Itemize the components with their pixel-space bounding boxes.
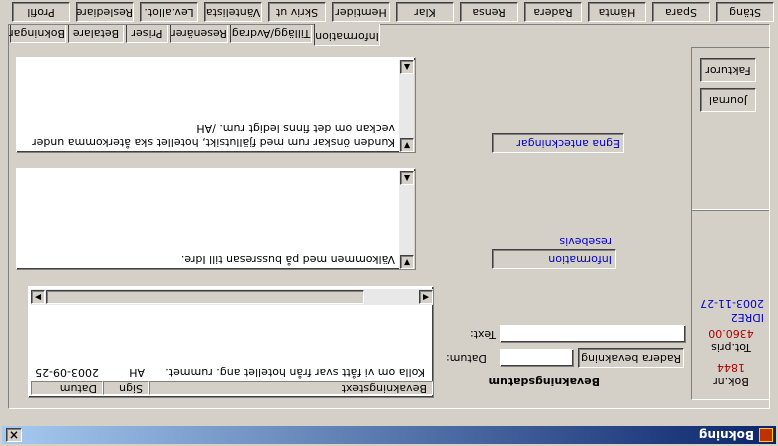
travel-info-text: Välkommen med på bussresan till Idre. (180, 253, 395, 266)
toolbar-button-10[interactable]: Hämta (588, 2, 646, 22)
toolbar-button-label: Klar (414, 6, 436, 19)
column-header-label: Sign (119, 382, 143, 395)
toolbar-button-3[interactable]: Lev.allot. (140, 2, 198, 22)
own-notes-button[interactable]: Egna anteckningar (492, 133, 624, 153)
customer-notes-textarea[interactable]: ▼ ▲ Kunden önskar rum med fjällutsikt, h… (16, 57, 416, 153)
reminder-date-input[interactable] (500, 349, 574, 367)
row-cell-date: 2003-09-25 (35, 366, 99, 379)
own-notes-label: Egna anteckningar (516, 137, 620, 150)
toolbar-button-label: Lev.allot. (144, 6, 194, 19)
toolbar-button-6[interactable]: Hemtider (332, 2, 390, 22)
column-header-label: Datum (59, 382, 97, 395)
toolbar-button-2[interactable]: Reslediare (76, 2, 134, 22)
scroll-thumb[interactable] (46, 290, 364, 304)
toolbar-button-7[interactable]: Klar (396, 2, 454, 22)
scroll-up-button[interactable]: ▼ (400, 255, 414, 269)
toolbar-button-9[interactable]: Radera (524, 2, 582, 22)
toolbar-button-label: Rensa (472, 6, 506, 19)
journal-label: Journal (708, 94, 748, 107)
column-header-label: Bevakningstext (341, 382, 427, 395)
toolbar-button-11[interactable]: Spara (652, 2, 710, 22)
travel-info-textarea[interactable]: ▼ ▲ Välkommen med på bussresan till Idre… (16, 168, 416, 270)
toolbar-button-12[interactable]: Stäng (716, 2, 774, 22)
close-icon: × (8, 428, 20, 442)
customer-notes-scrollbar[interactable]: ▼ ▲ (399, 60, 415, 152)
total-price-label: Tot.pris (711, 341, 751, 354)
reminder-date-label: Datum: (446, 352, 487, 365)
total-price-value: 4360.00 (708, 327, 754, 340)
scroll-right-button[interactable]: ◀ (419, 290, 433, 304)
column-header-3[interactable]: Bevakningstext (149, 381, 433, 395)
row-cell-text: Kolla om vi fått svar från hotellet ang.… (165, 366, 425, 379)
reminder-section-title: Bevakningsdatum (488, 375, 600, 388)
tab-label: Information (315, 30, 379, 43)
sidebar-code: IDRE2 (730, 311, 764, 324)
booking-number-label: Bok.nr (713, 375, 749, 388)
toolbar-button-label: Skriv ut (275, 6, 319, 19)
scroll-up-button[interactable]: ▼ (400, 138, 414, 152)
journal-button[interactable]: Journal (700, 88, 756, 112)
app-icon (759, 428, 773, 442)
invoices-label: Fakturor (705, 64, 751, 77)
customer-notes-text: Kunden önskar rum med fjällutsikt, hotel… (32, 122, 395, 149)
toolbar-button-label: Hemtider (335, 6, 387, 19)
delete-reminder-label: Radera bevakning (581, 352, 682, 365)
reminders-hscrollbar[interactable]: ◀ ▶ (31, 289, 433, 305)
travel-info-button[interactable]: Information resebevis (492, 235, 616, 269)
delete-reminder-button[interactable]: Radera bevakning (578, 348, 684, 368)
sidebar-date: 2003-11-27 (700, 297, 764, 310)
window-title: Bokning (698, 428, 754, 442)
travel-info-scrollbar[interactable]: ▼ ▲ (399, 171, 415, 269)
toolbar-button-label: Radera (533, 6, 573, 19)
sidebar-divider (692, 210, 769, 211)
column-header-1[interactable]: Datum (31, 381, 103, 395)
reminder-text-label: Text: (470, 328, 496, 341)
scroll-left-button[interactable]: ▶ (31, 290, 45, 304)
reminders-list[interactable]: Datum Sign Bevakningstext 2003-09-25 AH Koll… (28, 286, 434, 398)
toolbar-button-1[interactable]: Profil (12, 2, 70, 22)
invoices-button[interactable]: Fakturor (700, 58, 756, 82)
toolbar-button-4[interactable]: Väntelista (204, 2, 262, 22)
toolbar-button-label: Hämta (598, 6, 636, 19)
toolbar-button-label: Väntelista (205, 6, 261, 19)
close-button[interactable]: × (6, 428, 22, 442)
toolbar-button-8[interactable]: Rensa (460, 2, 518, 22)
row-cell-sign: AH (129, 366, 145, 379)
sidebar-divider-light (692, 209, 769, 210)
reminder-text-input[interactable] (500, 325, 686, 343)
booking-number-value: 1844 (717, 361, 745, 374)
scroll-down-button[interactable]: ▲ (400, 60, 414, 74)
toolbar-button-label: Spara (665, 6, 697, 19)
toolbar-button-label: Profil (27, 6, 55, 19)
toolbar-button-5[interactable]: Skriv ut (268, 2, 326, 22)
toolbar-button-label: Reslediare (76, 6, 133, 19)
column-header-2[interactable]: Sign (103, 381, 149, 395)
tab-6[interactable]: Information (314, 24, 380, 46)
toolbar-button-label: Stäng (729, 6, 761, 19)
title-bar: Bokning × (2, 426, 776, 444)
table-row[interactable]: 2003-09-25 AH Kolla om vi fått svar från h… (31, 365, 433, 379)
scroll-down-button[interactable]: ▲ (400, 171, 414, 185)
